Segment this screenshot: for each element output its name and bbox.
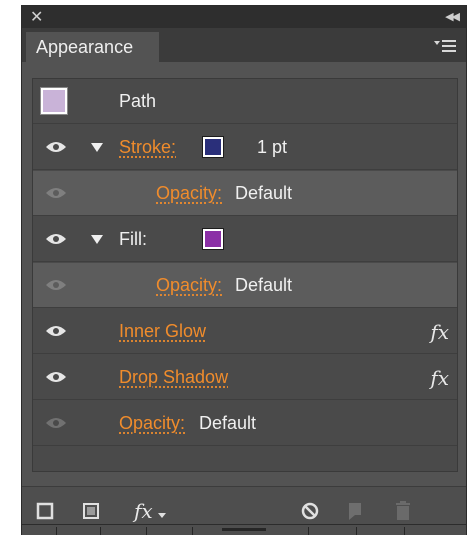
fill-label[interactable]: Fill: — [119, 217, 147, 262]
stroke-opacity-value: Default — [235, 183, 293, 203]
row-path[interactable]: Path — [33, 79, 457, 124]
appearance-attributes-list: Path Stroke: 1 pt Opacity: Default Fill:… — [32, 78, 458, 472]
disclosure-triangle-icon[interactable] — [91, 235, 103, 244]
clear-appearance-icon[interactable] — [300, 501, 320, 521]
delete-item-icon[interactable] — [394, 500, 412, 522]
close-icon[interactable]: ✕ — [30, 8, 43, 26]
eye-icon[interactable] — [45, 278, 67, 292]
row-stroke[interactable]: Stroke: 1 pt — [33, 125, 457, 170]
tab-strip: Appearance — [22, 28, 466, 62]
row-stroke-opacity[interactable]: Opacity: Default — [33, 171, 457, 216]
eye-icon[interactable] — [45, 186, 67, 200]
stroke-link[interactable]: Stroke: — [119, 125, 176, 170]
resize-gripper[interactable] — [22, 524, 466, 535]
disclosure-triangle-icon[interactable] — [91, 143, 103, 152]
stroke-color-swatch[interactable] — [202, 136, 224, 158]
panel-menu-icon[interactable] — [434, 38, 456, 54]
fill-opacity-link[interactable]: Opacity: — [156, 263, 222, 308]
eye-icon[interactable] — [45, 324, 67, 338]
add-new-fill-icon[interactable] — [82, 502, 100, 520]
tab-appearance[interactable]: Appearance — [26, 32, 159, 62]
stroke-weight-value: 1 pt — [257, 137, 288, 157]
bottom-toolbar: fx — [22, 486, 466, 535]
eye-icon[interactable] — [45, 232, 67, 246]
opacity-value: Default — [199, 413, 257, 433]
duplicate-item-icon[interactable] — [346, 501, 364, 521]
stroke-opacity-link[interactable]: Opacity: — [156, 171, 222, 216]
eye-icon[interactable] — [45, 370, 67, 384]
path-thumbnail — [40, 87, 68, 115]
add-new-stroke-icon[interactable] — [36, 502, 54, 520]
opacity-link[interactable]: Opacity: — [119, 401, 185, 446]
row-fill[interactable]: Fill: — [33, 217, 457, 262]
path-label: Path — [119, 91, 157, 111]
row-inner-glow[interactable]: Inner Glow fx — [33, 309, 457, 354]
drop-shadow-link[interactable]: Drop Shadow — [119, 355, 228, 400]
panel-titlebar: ✕ ◀◀ — [22, 6, 466, 28]
row-drop-shadow[interactable]: Drop Shadow fx — [33, 355, 457, 400]
add-new-effect-icon[interactable]: fx — [134, 499, 153, 523]
fx-icon[interactable]: fx — [430, 366, 449, 390]
fill-color-swatch[interactable] — [202, 228, 224, 250]
row-opacity[interactable]: Opacity: Default — [33, 401, 457, 446]
appearance-panel: ✕ ◀◀ Appearance Path Stroke: 1 pt Opacit… — [21, 5, 467, 535]
fx-icon[interactable]: fx — [430, 320, 449, 344]
inner-glow-link[interactable]: Inner Glow — [119, 309, 206, 354]
chevron-down-icon — [158, 513, 166, 518]
collapse-double-arrow-icon[interactable]: ◀◀ — [445, 9, 460, 25]
eye-icon[interactable] — [45, 140, 67, 154]
fill-opacity-value: Default — [235, 275, 293, 295]
row-fill-opacity[interactable]: Opacity: Default — [33, 263, 457, 308]
eye-icon[interactable] — [45, 416, 67, 430]
